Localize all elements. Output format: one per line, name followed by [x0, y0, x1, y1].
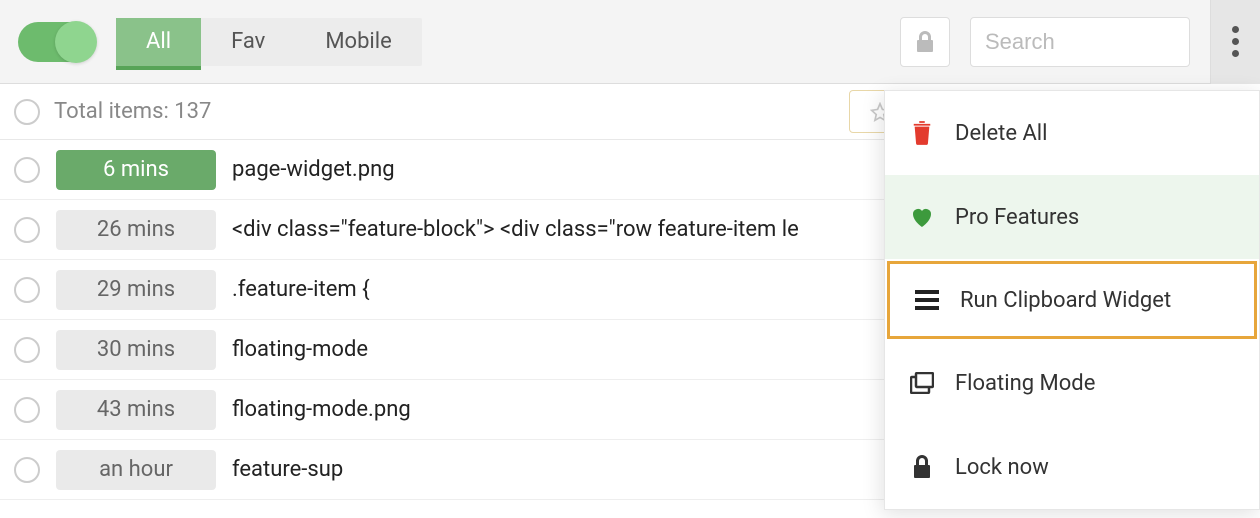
menu-label: Pro Features	[955, 205, 1079, 230]
menu-label: Run Clipboard Widget	[960, 288, 1171, 313]
row-radio[interactable]	[14, 217, 40, 243]
menu-label: Delete All	[955, 121, 1048, 146]
search-box[interactable]	[970, 17, 1190, 67]
row-radio[interactable]	[14, 157, 40, 183]
menu-pro-features[interactable]: Pro Features	[885, 175, 1259, 259]
menu-lock-now[interactable]: Lock now	[885, 425, 1259, 509]
time-badge: 29 mins	[56, 270, 216, 310]
menu-run-widget[interactable]: Run Clipboard Widget	[887, 261, 1257, 339]
item-text: floating-mode.png	[232, 397, 411, 422]
item-text: floating-mode	[232, 337, 368, 362]
item-text: .feature-item {	[232, 277, 370, 302]
item-text: feature-sup	[232, 457, 343, 482]
heart-icon	[909, 206, 935, 228]
item-text: <div class="feature-block"> <div class="…	[232, 217, 799, 242]
row-radio[interactable]	[14, 337, 40, 363]
select-all-radio[interactable]	[14, 99, 40, 125]
tab-mobile[interactable]: Mobile	[295, 18, 421, 66]
time-badge: 26 mins	[56, 210, 216, 250]
time-badge: 6 mins	[56, 150, 216, 190]
more-dropdown: Delete All Pro Features Run Clipboard Wi…	[884, 90, 1260, 510]
row-radio[interactable]	[14, 457, 40, 483]
item-text: page-widget.png	[232, 157, 395, 182]
menu-label: Floating Mode	[955, 371, 1095, 396]
trash-icon	[909, 121, 935, 145]
tab-fav[interactable]: Fav	[201, 18, 295, 66]
widget-icon	[914, 290, 940, 310]
menu-label: Lock now	[955, 455, 1049, 480]
lock-icon	[915, 31, 935, 53]
tab-all[interactable]: All	[116, 18, 201, 66]
time-badge: 30 mins	[56, 330, 216, 370]
lock-button[interactable]	[900, 17, 950, 67]
more-menu-button[interactable]	[1210, 0, 1260, 84]
window-icon	[909, 372, 935, 394]
total-items-label: Total items: 137	[54, 99, 211, 124]
enable-toggle[interactable]	[18, 22, 96, 62]
menu-floating-mode[interactable]: Floating Mode	[885, 341, 1259, 425]
time-badge: an hour	[56, 450, 216, 490]
time-badge: 43 mins	[56, 390, 216, 430]
row-radio[interactable]	[14, 397, 40, 423]
toggle-knob	[55, 21, 97, 63]
lock-icon	[909, 455, 935, 479]
menu-delete-all[interactable]: Delete All	[885, 91, 1259, 175]
filter-tabs: All Fav Mobile	[116, 18, 422, 66]
row-radio[interactable]	[14, 277, 40, 303]
top-toolbar: All Fav Mobile	[0, 0, 1260, 84]
